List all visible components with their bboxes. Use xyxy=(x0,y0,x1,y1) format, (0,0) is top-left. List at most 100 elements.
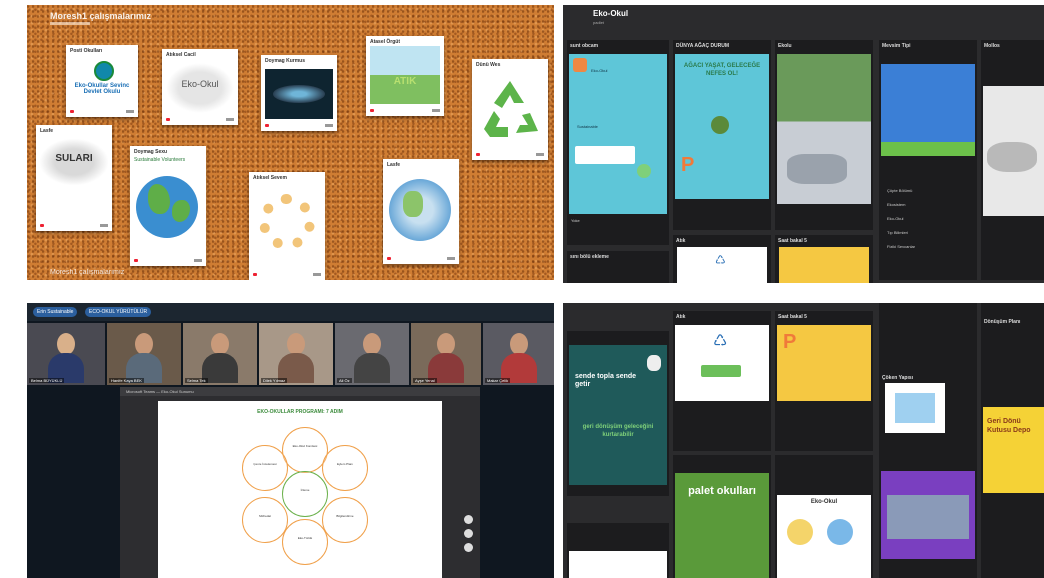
post-card[interactable] xyxy=(881,471,975,559)
note-text: Eko-Okul xyxy=(181,79,219,89)
column-header: Atık xyxy=(676,314,686,320)
zoom-out-button[interactable] xyxy=(464,529,473,538)
padlet-title: Eko-Okul xyxy=(593,9,629,18)
recycle-icon xyxy=(476,75,544,147)
logo-icon xyxy=(573,58,587,72)
board-footer: Moresh1 çalışmalarımız xyxy=(50,269,125,276)
padlet-panel-top: Eko-Okul padlet sunt obcam Eko-Okul Sust… xyxy=(563,5,1044,283)
note-footer xyxy=(166,117,234,122)
participant-name: Dilek Yılmaz xyxy=(261,378,288,383)
note-footer xyxy=(40,223,108,228)
padlet-column: sını bölü ekleme xyxy=(567,251,669,283)
post-text: Sustainable xyxy=(577,124,598,129)
note-text: Sustainable Volunteers xyxy=(134,157,186,163)
note-doymag[interactable]: Doymag Kurmus xyxy=(261,55,337,131)
note-posti[interactable]: Posti Okulları Eko-Okullar Sevinc Devlet… xyxy=(66,45,138,117)
padlet-column: Mollos xyxy=(981,40,1044,280)
post-card[interactable]: sende topla sende getir geri dönüşüm gel… xyxy=(569,345,667,485)
post-text: Eko-Okul xyxy=(591,68,608,73)
padlet-column: sende topla sende getir geri dönüşüm gel… xyxy=(567,331,669,496)
note-dunu-wes[interactable]: Dünü Wes xyxy=(472,59,548,160)
note-lasfe-globe[interactable]: Lasfe xyxy=(383,159,459,264)
note-title: Dünü Wes xyxy=(476,62,501,68)
list-item: Eko-Okul xyxy=(887,216,904,221)
step-circle: Çevre İncelemesi xyxy=(242,445,288,491)
post-card[interactable]: P xyxy=(777,325,871,401)
participant-name: Selma Tek xyxy=(185,378,208,383)
padlet-column: sunt obcam Eko-Okul Sustainable Yoke xyxy=(567,40,669,245)
participant-tile[interactable]: Dilek Yılmaz xyxy=(259,323,333,385)
note-title: Atıksel Cacil xyxy=(166,52,196,58)
post-card[interactable]: AĞACI YAŞAT, GELECEĞE NEFES OL! P xyxy=(675,54,769,199)
note-footer xyxy=(70,109,134,114)
participant-tile[interactable]: Hanife Kaya BEK xyxy=(107,323,181,385)
participant-name: Makar Çelik xyxy=(485,378,511,383)
sun-word-image xyxy=(259,194,315,250)
meeting-toolbar: Erin Sustainable ECO-OKUL YÜRÜTÜLÜR xyxy=(27,303,554,321)
note-title: Lasfe xyxy=(387,162,401,168)
padlet-column: Atık ♺ xyxy=(673,235,771,283)
recycle-card[interactable]: ♺ xyxy=(677,247,767,283)
participant-tile[interactable]: Belma BÜYÜKLÜ xyxy=(27,323,105,385)
post-card[interactable] xyxy=(569,551,667,578)
column-header: Dönüşüm Planı xyxy=(984,319,1021,325)
note-footer xyxy=(134,258,202,263)
post-card[interactable] xyxy=(983,86,1044,216)
column-header: Mollos xyxy=(984,43,1000,49)
note-footer xyxy=(253,272,321,277)
tree-icon xyxy=(711,116,729,134)
step-circle: Eylem Planı xyxy=(322,445,368,491)
participant-tile[interactable]: Selma Tek xyxy=(183,323,257,385)
padlet-column: Atık ♺ xyxy=(673,311,771,451)
note-footer xyxy=(265,123,333,128)
post-card[interactable] xyxy=(777,54,871,204)
note-footer xyxy=(476,152,544,157)
zoom-in-button[interactable] xyxy=(464,515,473,524)
note-title: Lasfe xyxy=(40,128,54,134)
note-atasel[interactable]: Atasel Örgüt ATIK xyxy=(366,36,444,116)
post-card[interactable]: Eko-Okul Sustainable xyxy=(569,54,667,214)
note-doymag-sexu[interactable]: Doymag Sexu Sustainable Volunteers xyxy=(130,146,206,266)
document-title: EKO-OKULLAR PROGRAMI: 7 ADIM xyxy=(257,409,343,415)
post-card[interactable] xyxy=(881,64,975,156)
post-card[interactable]: Geri Dönü Kutusu Depo xyxy=(983,407,1044,493)
poster-text: Geri Dönü Kutusu Depo xyxy=(987,418,1031,434)
column-header: sunt obcam xyxy=(570,43,599,49)
note-atik-cacil[interactable]: Atıksel Cacil Eko-Okul xyxy=(162,49,238,125)
note-text: Eko-Okullar Sevinc Devlet Okulu xyxy=(74,83,130,95)
fit-button[interactable] xyxy=(464,543,473,552)
word-cloud-image: SULARI xyxy=(40,139,108,185)
post-title: Eko-Okul xyxy=(810,499,838,505)
list-item: Tıp Bilimleri xyxy=(887,230,908,235)
meeting-chip[interactable]: ECO-OKUL YÜRÜTÜLÜR xyxy=(85,307,152,317)
post-card[interactable]: palet okulları xyxy=(675,473,769,578)
meeting-chip[interactable]: Erin Sustainable xyxy=(33,307,78,317)
corkboard-panel: Moresh1 çalışmalarımız Posti Okulları Ek… xyxy=(27,5,554,280)
window-titlebar: Microsoft Teams — Eko-Okul Sunumu xyxy=(120,387,480,396)
step-circle: Müfredat xyxy=(242,497,288,543)
poster-text: palet okulları xyxy=(688,485,756,497)
note-atiksel-sevem[interactable]: Atıksel Sevem xyxy=(249,172,325,280)
padlet-column xyxy=(567,523,669,578)
column-header: Mevsim Tipi xyxy=(882,43,911,49)
column-header: Ekolu xyxy=(778,43,792,49)
participant-tile[interactable]: Ali Öz xyxy=(335,323,409,385)
post-card[interactable]: ♺ xyxy=(675,325,769,401)
palet-card[interactable] xyxy=(779,247,869,283)
column-header: Çöken Yapısı xyxy=(882,375,914,381)
list-item: Çöpte Bölümü xyxy=(887,188,913,193)
padlet-column: Dönüşüm Planı Geri Dönü Kutusu Depo xyxy=(981,303,1044,578)
padlet-subtitle: padlet xyxy=(593,20,604,25)
participant-tile[interactable]: Makar Çelik xyxy=(483,323,554,385)
list-item: Fiziki Sevcanlar xyxy=(887,244,916,249)
world-map-image xyxy=(987,142,1037,172)
note-lasfe-sulari[interactable]: Lasfe SULARI xyxy=(36,125,112,231)
note-footer xyxy=(387,256,455,261)
step-circle: Eko-Tüzük xyxy=(282,519,328,565)
note-title: Posti Okulları xyxy=(70,48,103,54)
post-card[interactable] xyxy=(885,383,945,433)
post-card[interactable]: Eko-Okul xyxy=(777,495,871,578)
participant-tile[interactable]: Ayşe Yenal xyxy=(411,323,481,385)
poster-text: geri dönüşüm geleceğini kurtarabilir xyxy=(582,424,654,438)
word-cloud-image: Eko-Okul xyxy=(166,63,234,113)
